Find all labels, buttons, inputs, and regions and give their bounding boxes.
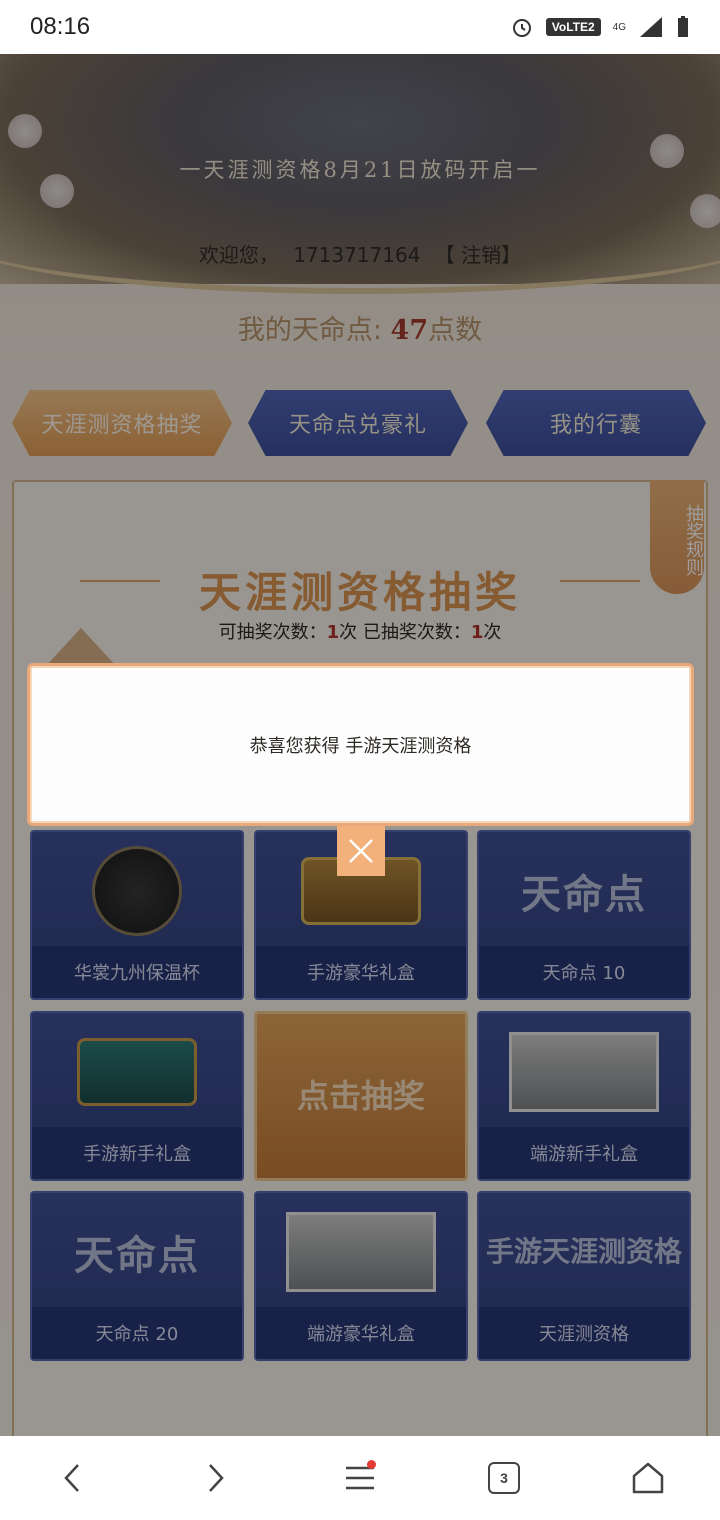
browser-bottom-nav: 3 — [0, 1436, 720, 1520]
forward-button[interactable] — [186, 1448, 246, 1508]
home-icon — [632, 1462, 664, 1494]
result-dialog: 恭喜您获得 手游天涯测资格 — [27, 663, 694, 826]
status-bar: 08:16 VoLTE2 4G — [0, 0, 720, 54]
chevron-right-icon — [209, 1464, 224, 1492]
volte-badge: VoLTE2 — [545, 18, 601, 36]
notification-dot — [367, 1460, 376, 1469]
back-button[interactable] — [42, 1448, 102, 1508]
tab-count: 3 — [488, 1462, 520, 1494]
alarm-icon — [512, 19, 531, 37]
tabs-button[interactable]: 3 — [474, 1448, 534, 1508]
status-time: 08:16 — [30, 13, 91, 40]
battery-icon — [678, 16, 688, 37]
result-message: 恭喜您获得 手游天涯测资格 — [249, 735, 472, 757]
close-button[interactable] — [337, 826, 385, 876]
signal-icon — [640, 17, 662, 37]
menu-button[interactable] — [330, 1448, 390, 1508]
status-icons: VoLTE2 4G — [510, 15, 690, 39]
home-button[interactable] — [618, 1448, 678, 1508]
close-icon — [349, 839, 373, 863]
network-type: 4G — [612, 21, 626, 33]
chevron-left-icon — [64, 1464, 79, 1492]
